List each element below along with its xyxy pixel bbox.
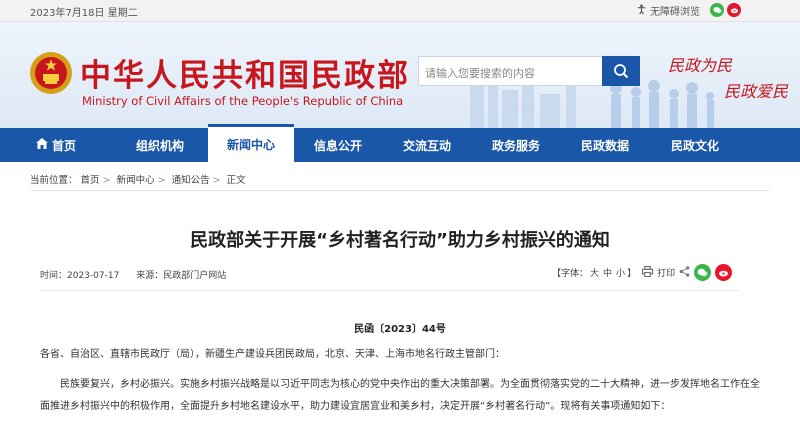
print-button[interactable]: 打印 <box>657 266 675 279</box>
main-nav: 首页 组织机构 新闻中心 信息公开 交流互动 政务服务 民政数据 民政文化 <box>0 124 800 162</box>
article-title: 民政部关于开展“乡村著名行动”助力乡村振兴的通知 <box>190 230 610 251</box>
article-tools: 【字体：大中小】 打印 <box>552 264 733 281</box>
breadcrumb-label: 当前位置： <box>30 175 78 186</box>
article-meta: 时间：2023-07-17 来源：民政部门户网站 <box>40 268 226 281</box>
breadcrumb-home[interactable]: 首页 <box>81 175 100 186</box>
search-icon <box>614 64 629 79</box>
font-size-medium[interactable]: 中 <box>603 269 612 279</box>
publish-time: 时间：2023-07-17 <box>40 271 120 281</box>
article-paragraph: 各省、自治区、直辖市民政厅（局），新疆生产建设兵团民政局，北京、天津、上海市地名… <box>40 349 505 360</box>
font-size-control: 【字体：大中小】 <box>552 266 636 279</box>
breadcrumb-current: 正文 <box>226 175 246 186</box>
national-emblem-icon <box>30 52 72 94</box>
accessibility-label: 无障碍浏览 <box>650 7 700 18</box>
site-title-en: Ministry of Civil Affairs of the People'… <box>82 94 404 108</box>
print-icon[interactable] <box>642 265 654 280</box>
site-header: 中华人民共和国民政部 Ministry of Civil Affairs of … <box>0 22 800 128</box>
nav-item-news[interactable]: 新闻中心 <box>208 124 294 162</box>
slogan-line-1: 民政为民 <box>668 56 733 75</box>
article-paragraph: 民族要复兴，乡村必振兴。实施乡村振兴战略是以习近平同志为核心的党中央作出的重大决… <box>40 379 760 412</box>
nav-item-label: 首页 <box>51 138 76 153</box>
share-wechat-icon[interactable] <box>694 264 712 281</box>
home-icon <box>35 138 48 152</box>
nav-item-home[interactable]: 首页 <box>0 128 112 162</box>
document-number: 民函〔2023〕44号 <box>354 324 446 335</box>
weibo-icon[interactable] <box>727 3 741 17</box>
nav-item-data[interactable]: 民政数据 <box>560 128 650 162</box>
article-source: 来源：民政部门户网站 <box>136 271 227 281</box>
breadcrumb-notices[interactable]: 通知公告 <box>172 175 210 186</box>
social-links <box>710 3 741 17</box>
divider <box>30 190 770 191</box>
slogan-line-2: 民政爱民 <box>724 82 789 101</box>
nav-item-interaction[interactable]: 交流互动 <box>382 128 472 162</box>
breadcrumb: 当前位置： 首页 > 新闻中心 > 通知公告 > 正文 <box>30 175 246 186</box>
nav-item-info-disclosure[interactable]: 信息公开 <box>294 128 382 162</box>
top-bar: 2023年7月18日 星期二 无障碍浏览 <box>0 0 800 22</box>
breadcrumb-news[interactable]: 新闻中心 <box>117 175 155 186</box>
font-size-label: 【字体： <box>552 269 589 279</box>
current-date: 2023年7月18日 星期二 <box>30 8 138 19</box>
wechat-icon[interactable] <box>710 3 724 17</box>
divider <box>40 290 740 291</box>
share-icon[interactable] <box>679 265 690 280</box>
search-button[interactable] <box>602 56 640 86</box>
nav-item-organization[interactable]: 组织机构 <box>112 128 208 162</box>
font-size-close: 】 <box>627 269 637 279</box>
nav-item-culture[interactable]: 民政文化 <box>650 128 740 162</box>
font-size-small[interactable]: 小 <box>616 269 625 279</box>
font-size-large[interactable]: 大 <box>590 269 599 279</box>
accessibility-icon <box>636 3 647 18</box>
nav-item-services[interactable]: 政务服务 <box>472 128 560 162</box>
accessibility-link[interactable]: 无障碍浏览 <box>636 3 700 18</box>
search-input[interactable]: 请输入您要搜索的内容 <box>418 56 604 86</box>
site-title-cn[interactable]: 中华人民共和国民政部 <box>80 50 410 95</box>
share-weibo-icon[interactable] <box>715 264 733 281</box>
